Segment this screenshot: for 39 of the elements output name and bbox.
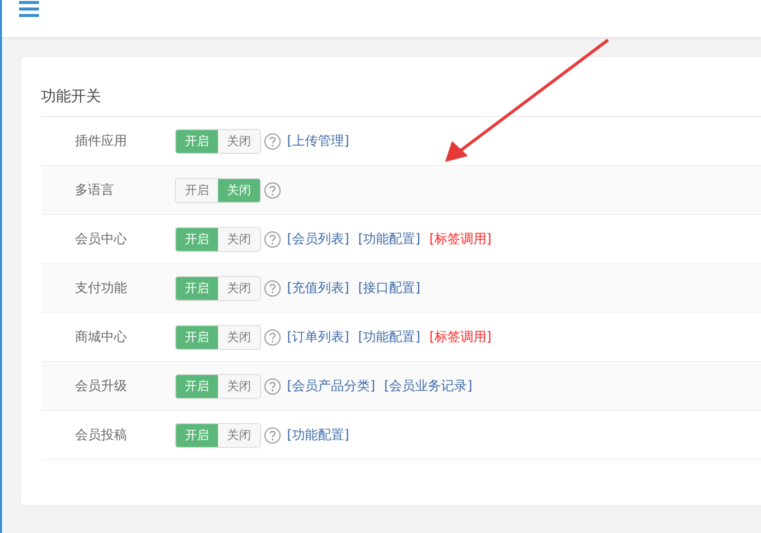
panel-title: 功能开关: [41, 87, 761, 117]
toggle-option[interactable]: 开启: [176, 276, 218, 300]
setting-label: 插件应用: [74, 133, 128, 150]
setting-label: 商城中心: [74, 329, 128, 346]
help-icon[interactable]: [264, 132, 281, 150]
toggle-option[interactable]: 关闭: [218, 228, 260, 250]
setting-label: 会员中心: [74, 231, 128, 248]
setting-label: 多语言: [74, 182, 115, 199]
toggle-option[interactable]: 关闭: [218, 178, 260, 202]
action-link[interactable]: [充值列表]: [287, 279, 350, 297]
toggle-option[interactable]: 开启: [176, 130, 218, 152]
toggle-option[interactable]: 关闭: [218, 424, 260, 446]
action-link[interactable]: [标签调用]: [429, 230, 492, 248]
toggle-option[interactable]: 开启: [176, 228, 218, 250]
menu-icon[interactable]: [19, 1, 39, 17]
action-link[interactable]: [功能配置]: [358, 230, 420, 248]
action-link[interactable]: [接口配置]: [358, 279, 420, 297]
setting-label: 会员升级: [74, 378, 128, 395]
toggle-option[interactable]: 关闭: [218, 326, 260, 348]
toggle-option[interactable]: 开启: [176, 326, 218, 348]
toggle-option[interactable]: 开启: [176, 374, 218, 398]
toggle-option[interactable]: 关闭: [218, 130, 260, 152]
setting-label: 会员投稿: [74, 427, 128, 444]
setting-label: 支付功能: [74, 280, 128, 297]
action-link[interactable]: [标签调用]: [429, 328, 492, 346]
action-link[interactable]: [订单列表]: [287, 328, 350, 346]
action-link[interactable]: [会员列表]: [287, 230, 350, 248]
action-link[interactable]: [会员业务记录]: [384, 377, 472, 395]
action-link[interactable]: [上传管理]: [287, 132, 350, 150]
help-icon[interactable]: [264, 328, 281, 346]
help-icon[interactable]: [264, 182, 281, 198]
toggle-option[interactable]: 开启: [176, 424, 218, 446]
action-link[interactable]: [功能配置]: [358, 328, 420, 346]
help-icon[interactable]: [264, 280, 281, 296]
action-link[interactable]: [会员产品分类]: [287, 377, 376, 395]
help-icon[interactable]: [264, 378, 281, 394]
action-link[interactable]: [功能配置]: [287, 426, 350, 444]
help-icon[interactable]: [264, 426, 281, 444]
help-icon[interactable]: [264, 230, 281, 248]
